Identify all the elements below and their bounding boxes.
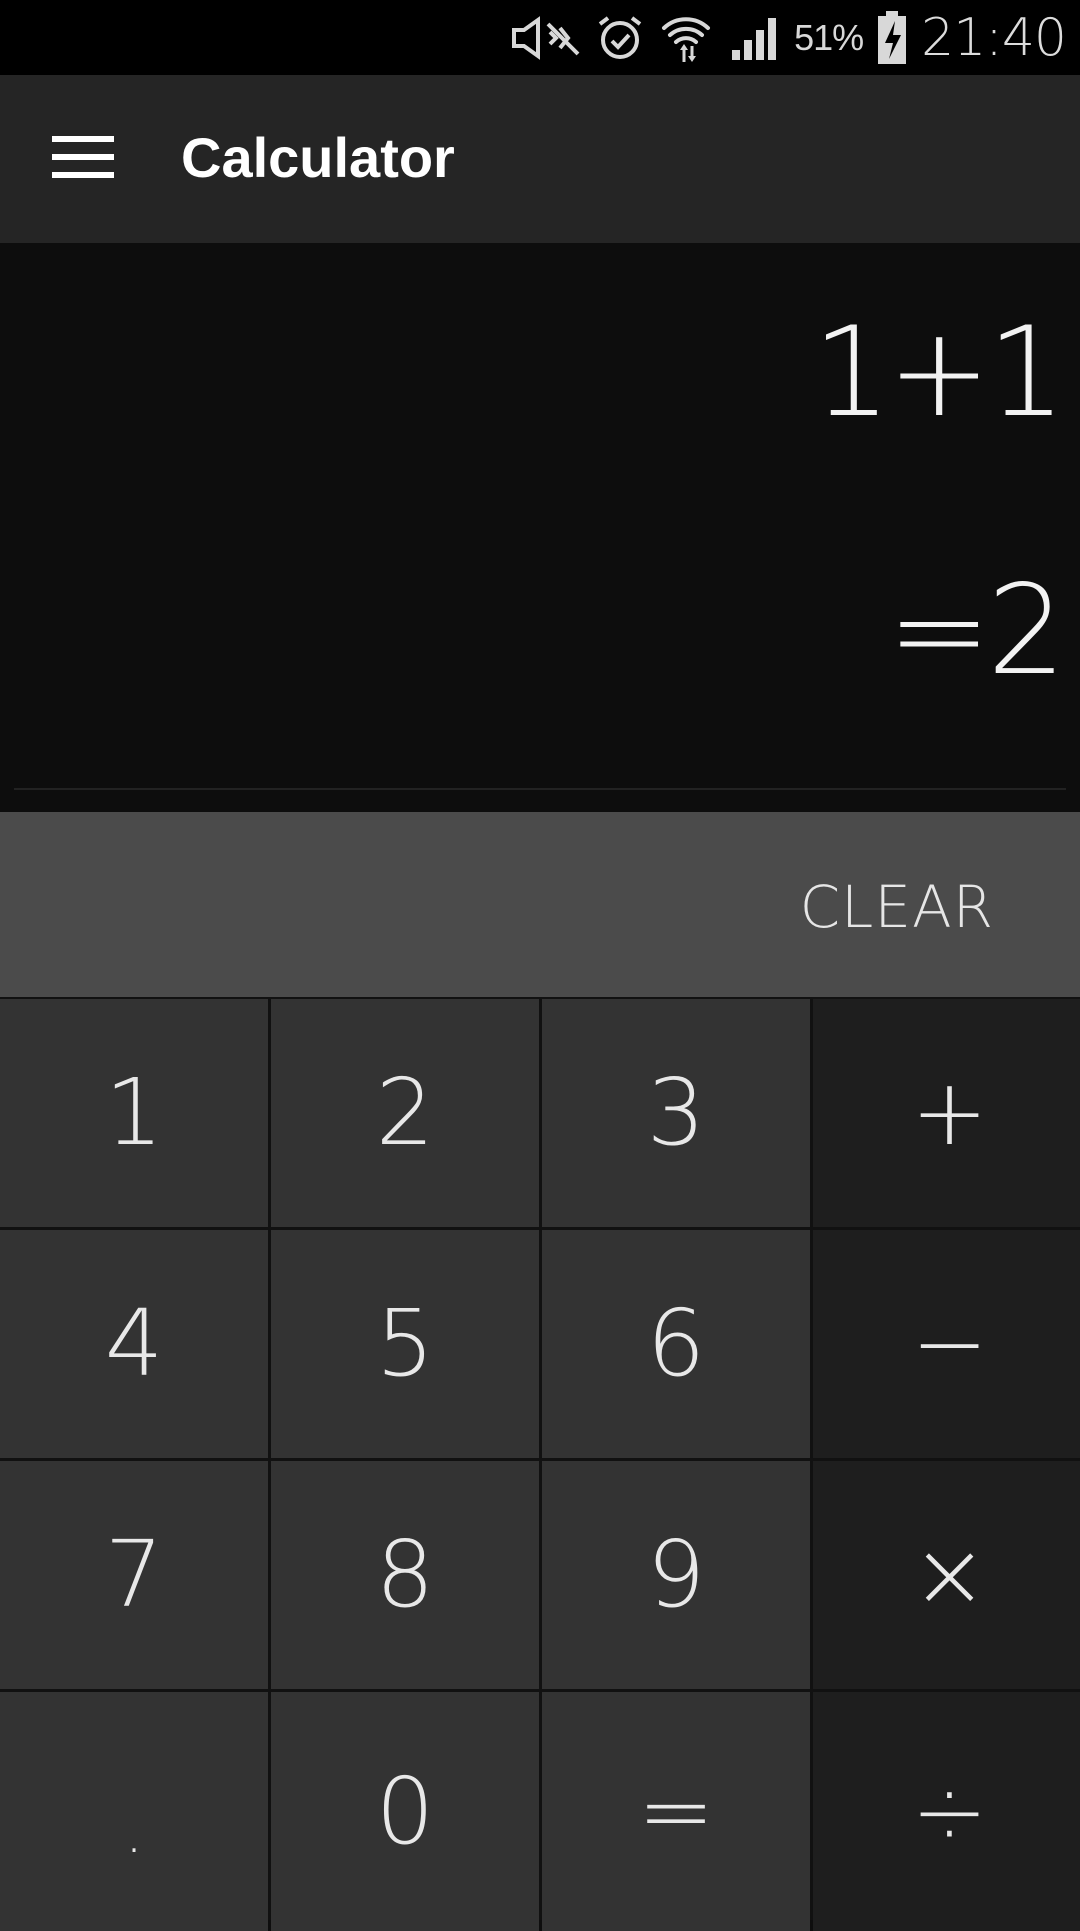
key-minus[interactable]: − (813, 1230, 1080, 1458)
key-label: ÷ (910, 1757, 989, 1865)
key-plus[interactable]: + (813, 999, 1080, 1227)
wifi-icon (658, 10, 714, 66)
key-6[interactable]: 6 (542, 1230, 810, 1458)
calculator-display: 1+1 =2 (0, 243, 1080, 812)
key-label: × (910, 1521, 989, 1628)
key-label: 9 (646, 1521, 706, 1628)
key-1[interactable]: 1 (0, 999, 268, 1227)
key-label: 2 (375, 1059, 435, 1166)
key-label: 8 (375, 1521, 435, 1628)
key-label: + (910, 1059, 989, 1166)
menu-icon (52, 136, 114, 182)
status-bar: 51% 21:40 (0, 0, 1080, 75)
key-equals[interactable]: = (542, 1692, 810, 1931)
key-0[interactable]: 0 (271, 1692, 539, 1931)
alarm-icon (596, 14, 644, 62)
key-label: 7 (104, 1521, 164, 1628)
key-label: . (124, 1796, 144, 1867)
clock: 21:40 (921, 7, 1067, 68)
clear-button[interactable]: CLEAR (800, 872, 994, 942)
key-decimal[interactable]: . (0, 1692, 268, 1931)
key-7[interactable]: 7 (0, 1461, 268, 1689)
result-display: =2 (887, 559, 1066, 703)
key-multiply[interactable]: × (813, 1461, 1080, 1689)
status-icons: 51% 21:40 (510, 0, 1067, 75)
mute-icon (510, 14, 582, 62)
key-5[interactable]: 5 (271, 1230, 539, 1458)
key-label: 4 (104, 1290, 164, 1397)
key-8[interactable]: 8 (271, 1461, 539, 1689)
signal-icon (728, 14, 780, 62)
key-9[interactable]: 9 (542, 1461, 810, 1689)
display-divider (14, 788, 1066, 790)
key-label: = (637, 1757, 715, 1865)
battery-charging-icon (877, 10, 907, 65)
key-4[interactable]: 4 (0, 1230, 268, 1458)
key-label: 1 (104, 1059, 164, 1166)
key-label: 3 (646, 1059, 706, 1166)
key-label: 6 (646, 1290, 706, 1397)
key-label: 5 (375, 1290, 435, 1397)
clear-bar: CLEAR (0, 812, 1080, 997)
expression-display[interactable]: 1+1 (812, 303, 1066, 443)
app-bar: Calculator (0, 75, 1080, 243)
key-label: − (910, 1290, 989, 1397)
key-divide[interactable]: ÷ (813, 1692, 1080, 1931)
key-2[interactable]: 2 (271, 999, 539, 1227)
key-3[interactable]: 3 (542, 999, 810, 1227)
key-label: 0 (375, 1757, 435, 1865)
app-title: Calculator (181, 126, 455, 189)
keypad: 1 2 3 + 4 5 6 − 7 8 9 × . 0 = ÷ (0, 997, 1080, 1931)
battery-percent: 51% (794, 16, 864, 58)
menu-button[interactable] (40, 119, 126, 199)
